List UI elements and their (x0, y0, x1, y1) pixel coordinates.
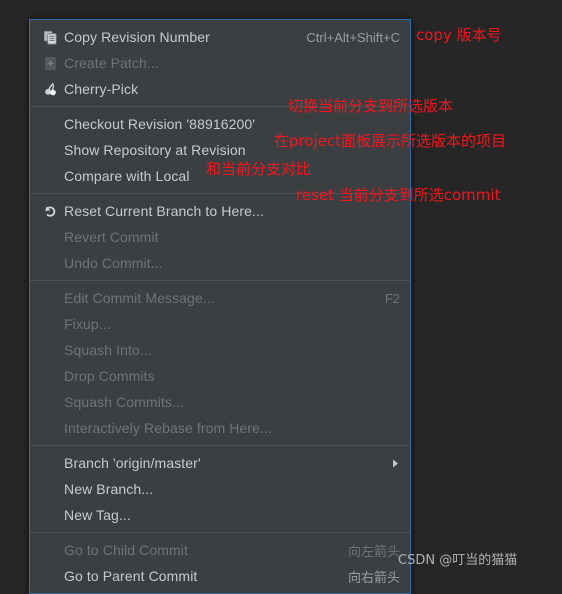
create-patch-icon (43, 56, 58, 71)
menu-item-label: Drop Commits (64, 368, 155, 384)
menu-item-branch-origin-master[interactable]: Branch 'origin/master' (30, 450, 410, 476)
menu-item-drop-commits: Drop Commits (30, 363, 410, 389)
menu-item-label: New Branch... (64, 481, 154, 497)
menu-item-shortcut: F2 (384, 290, 400, 306)
menu-item-label: Create Patch... (64, 55, 159, 71)
menu-item-gutter (38, 253, 62, 273)
menu-item-label: Reset Current Branch to Here... (64, 203, 264, 219)
menu-item-gutter (38, 418, 62, 438)
annotation-text: 切换当前分支到所选版本 (288, 97, 454, 115)
menu-separator (30, 445, 410, 446)
menu-item-gutter (38, 227, 62, 247)
annotation-text: copy 版本号 (416, 26, 502, 44)
menu-item-label: Copy Revision Number (64, 29, 210, 45)
menu-item-revert-commit: Revert Commit (30, 224, 410, 250)
menu-item-interactively-rebase-from-here: Interactively Rebase from Here... (30, 415, 410, 441)
watermark: CSDN @叮当的猫猫 (398, 553, 518, 568)
menu-item-label: Checkout Revision '88916200' (64, 116, 256, 132)
submenu-arrow-icon (386, 458, 400, 469)
menu-item-label: Go to Parent Commit (64, 568, 198, 584)
menu-item-new-tag[interactable]: New Tag... (30, 502, 410, 528)
menu-item-gutter (38, 140, 62, 160)
menu-item-label: Cherry-Pick (64, 81, 139, 97)
menu-item-fixup: Fixup... (30, 311, 410, 337)
menu-item-create-patch: Create Patch... (30, 50, 410, 76)
menu-item-go-to-child-commit: Go to Child Commit 向左箭头 (30, 537, 410, 563)
menu-item-label: Go to Child Commit (64, 542, 188, 558)
menu-item-label: Interactively Rebase from Here... (64, 420, 272, 436)
menu-item-label: Branch 'origin/master' (64, 455, 201, 471)
menu-item-gutter (38, 540, 62, 560)
menu-section: Go to Child Commit 向左箭头 Go to Parent Commi… (30, 537, 410, 589)
menu-item-edit-commit-message: Edit Commit Message... F2 (30, 285, 410, 311)
menu-item-shortcut: 向左箭头 (347, 543, 400, 559)
menu-separator (30, 280, 410, 281)
menu-item-label: Squash Commits... (64, 394, 184, 410)
menu-item-undo-commit: Undo Commit... (30, 250, 410, 276)
menu-item-label: Undo Commit... (64, 255, 163, 271)
menu-section: Copy Revision Number Ctrl+Alt+Shift+C Crea… (30, 24, 410, 102)
menu-section: Reset Current Branch to Here... Revert Co… (30, 198, 410, 276)
annotation-text: 和当前分支对比 (206, 160, 312, 178)
menu-section: Edit Commit Message... F2 Fixup... Squash I… (30, 285, 410, 441)
menu-separator (30, 532, 410, 533)
menu-item-gutter (38, 201, 62, 221)
menu-item-label: Fixup... (64, 316, 111, 332)
menu-item-label: Revert Commit (64, 229, 159, 245)
menu-item-gutter (38, 453, 62, 473)
menu-item-new-branch[interactable]: New Branch... (30, 476, 410, 502)
menu-item-go-to-parent-commit[interactable]: Go to Parent Commit 向右箭头 (30, 563, 410, 589)
menu-item-gutter (38, 479, 62, 499)
menu-item-squash-commits: Squash Commits... (30, 389, 410, 415)
reset-icon (42, 203, 58, 219)
menu-item-label: Edit Commit Message... (64, 290, 215, 306)
menu-item-copy-revision-number[interactable]: Copy Revision Number Ctrl+Alt+Shift+C (30, 24, 410, 50)
copy-icon (43, 30, 58, 45)
menu-item-gutter (38, 79, 62, 99)
annotation-text: reset 当前分支到所选commit (296, 186, 501, 204)
menu-item-gutter (38, 505, 62, 525)
menu-item-gutter (38, 314, 62, 334)
menu-item-squash-into: Squash Into... (30, 337, 410, 363)
menu-item-gutter (38, 366, 62, 386)
menu-section: Branch 'origin/master' New Branch... New T… (30, 450, 410, 528)
menu-item-shortcut: Ctrl+Alt+Shift+C (306, 29, 400, 45)
menu-item-gutter (38, 114, 62, 134)
menu-item-gutter (38, 53, 62, 73)
menu-item-gutter (38, 288, 62, 308)
menu-item-gutter (38, 340, 62, 360)
menu-item-label: New Tag... (64, 507, 131, 523)
menu-item-label: Squash Into... (64, 342, 152, 358)
menu-item-shortcut: 向右箭头 (347, 569, 400, 585)
cherry-pick-icon (43, 82, 58, 97)
menu-item-gutter (38, 566, 62, 586)
annotation-text: 在project面板展示所选版本的项目 (274, 132, 507, 150)
menu-item-gutter (38, 166, 62, 186)
menu-item-gutter (38, 27, 62, 47)
menu-item-gutter (38, 392, 62, 412)
